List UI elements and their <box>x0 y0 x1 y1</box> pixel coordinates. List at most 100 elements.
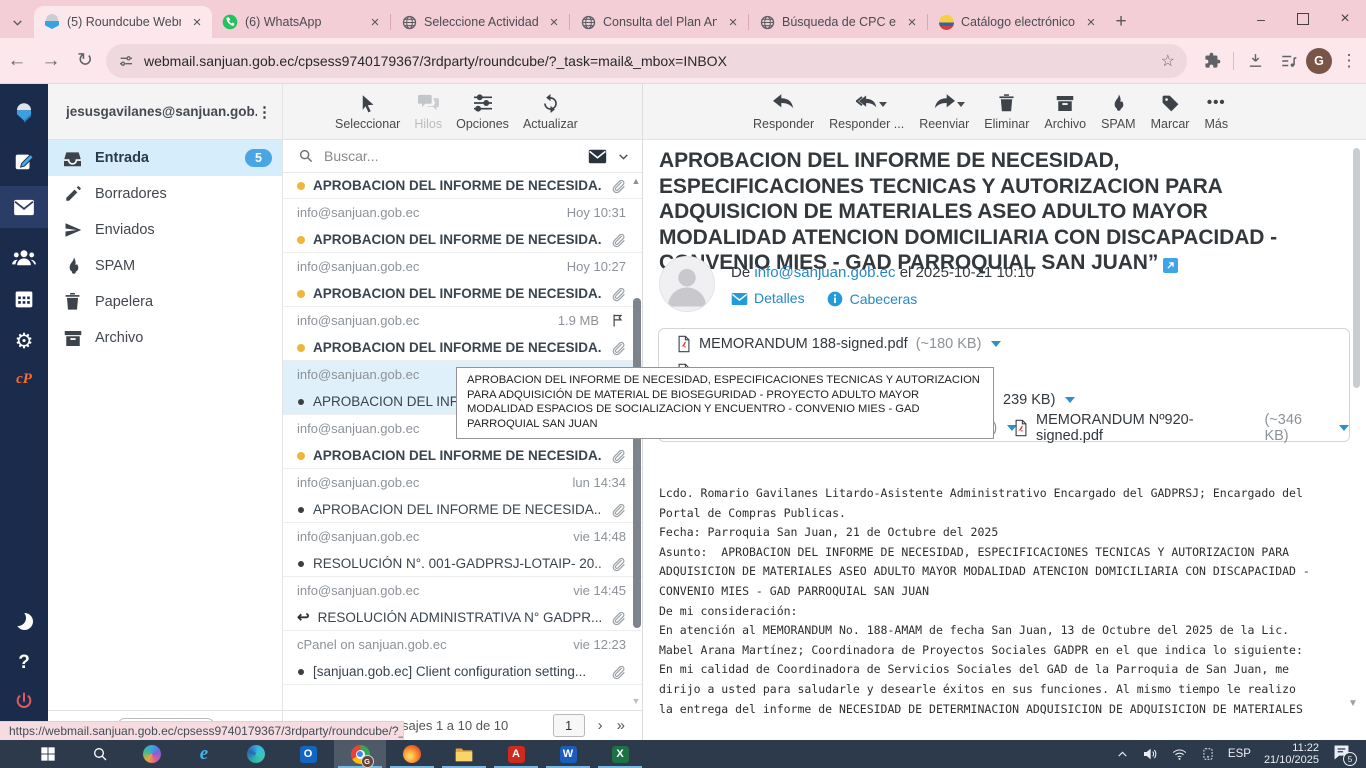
rail-logout[interactable] <box>0 680 48 722</box>
browser-tab-1[interactable]: (5) Roundcube Webm...× <box>34 6 212 38</box>
browser-tab-2[interactable]: (6) WhatsApp× <box>212 6 390 38</box>
attachment-item[interactable]: MEMORANDUM 188-signed.pdf(~180 KB) <box>677 334 1001 354</box>
next-page-icon[interactable]: › <box>598 717 603 734</box>
rail-dark-mode[interactable] <box>0 600 48 642</box>
maximize-button[interactable] <box>1282 0 1324 38</box>
clock[interactable]: 11:22 21/10/2025 <box>1264 742 1319 767</box>
taskbar-acrobat-icon[interactable]: A <box>490 740 542 768</box>
toolbar-archivo-button[interactable]: Archivo <box>1044 93 1086 131</box>
list-scroll-down-icon[interactable]: ▼ <box>631 696 641 706</box>
tab-close-icon[interactable]: × <box>903 13 921 31</box>
taskbar-copilot-icon[interactable] <box>126 740 178 768</box>
reader-scrollbar-thumb[interactable] <box>1353 148 1360 388</box>
taskbar-start-icon[interactable] <box>22 740 74 768</box>
wifi-icon[interactable] <box>1171 747 1188 762</box>
toolbar-actualizar-button[interactable]: Actualizar <box>523 93 578 131</box>
taskbar-excel-icon[interactable]: X <box>594 740 646 768</box>
toolbar-más-button[interactable]: •••Más <box>1204 93 1228 131</box>
sender-email-link[interactable]: info@sanjuan.gob.ec <box>754 264 895 281</box>
taskbar-chrome-icon[interactable]: G <box>334 740 386 768</box>
toolbar-eliminar-button[interactable]: Eliminar <box>984 93 1029 131</box>
minimize-button[interactable]: – <box>1240 0 1282 38</box>
message-list-item-4[interactable]: info@sanjuan.gob.ec1.9 MBAPROBACION DEL … <box>283 307 642 361</box>
tab-close-icon[interactable]: × <box>545 13 563 31</box>
attachment-menu-caret-icon[interactable] <box>1339 425 1349 431</box>
dropdown-caret-icon[interactable] <box>957 102 965 107</box>
browser-menu-icon[interactable]: ⋮ <box>1332 44 1366 78</box>
tab-close-icon[interactable]: × <box>366 13 384 31</box>
search-scope-envelope-icon[interactable] <box>588 149 607 164</box>
attachment-item[interactable]: MEMORANDUM Nº920-signed.pdf(~346 KB) <box>1014 418 1349 438</box>
back-button[interactable]: ← <box>0 44 34 78</box>
message-list-item-1[interactable]: APROBACION DEL INFORME DE NECESIDA... <box>283 172 642 199</box>
folder-borradores[interactable]: Borradores <box>48 176 282 212</box>
folder-enviados[interactable]: Enviados <box>48 212 282 248</box>
close-window-button[interactable]: × <box>1324 0 1366 38</box>
toolbar-marcar-button[interactable]: Marcar <box>1151 93 1190 131</box>
browser-tab-6[interactable]: Catálogo electrónico× <box>928 6 1106 38</box>
toolbar-responder-button[interactable]: Responder ... <box>829 93 904 131</box>
connect-display-icon[interactable] <box>1201 746 1215 762</box>
rail-settings[interactable]: ⚙ <box>0 320 48 362</box>
taskbar-search-icon[interactable] <box>74 740 126 768</box>
rail-compose[interactable] <box>0 140 48 182</box>
toolbar-hilos-button[interactable]: Hilos <box>414 93 442 131</box>
tab-close-icon[interactable]: × <box>1082 13 1100 31</box>
tab-close-icon[interactable]: × <box>724 13 742 31</box>
reload-button[interactable]: ↻ <box>68 44 102 78</box>
cabeceras-link[interactable]: Cabeceras <box>827 291 918 308</box>
folder-papelera[interactable]: Papelera <box>48 284 282 320</box>
taskbar-internet-explorer-icon[interactable]: e <box>178 740 230 768</box>
media-controls-icon[interactable] <box>1272 44 1306 78</box>
address-bar[interactable]: webmail.sanjuan.gob.ec/cpsess9740179367/… <box>106 44 1187 78</box>
extensions-icon[interactable] <box>1195 44 1229 78</box>
attachment-item-partial[interactable]: 239 KB) <box>1003 390 1075 410</box>
message-list-item-8[interactable]: info@sanjuan.gob.ecvie 14:48RESOLUCIÓN N… <box>283 523 642 577</box>
list-scroll-up-icon[interactable]: ▲ <box>631 176 641 186</box>
search-bar[interactable]: Buscar... <box>283 140 642 173</box>
taskbar-firefox-icon[interactable] <box>386 740 438 768</box>
search-options-chevron-icon[interactable] <box>617 150 630 163</box>
attachment-menu-caret-icon[interactable] <box>1065 397 1075 403</box>
rail-mail[interactable] <box>0 186 48 228</box>
folder-spam[interactable]: SPAM <box>48 248 282 284</box>
new-tab-button[interactable]: + <box>1106 8 1136 36</box>
taskbar-word-icon[interactable]: W <box>542 740 594 768</box>
taskbar-edge-icon[interactable] <box>230 740 282 768</box>
list-scrollbar-thumb[interactable] <box>633 298 641 628</box>
taskbar-outlook-icon[interactable]: O <box>282 740 334 768</box>
toolbar-reenviar-button[interactable]: Reenviar <box>919 93 969 131</box>
taskbar-file-explorer-icon[interactable] <box>438 740 490 768</box>
language-indicator[interactable]: ESP <box>1228 748 1251 760</box>
toolbar-opciones-button[interactable]: Opciones <box>456 93 509 131</box>
rail-help[interactable]: ? <box>0 642 48 684</box>
toolbar-spam-button[interactable]: SPAM <box>1101 93 1136 131</box>
message-list-item-7[interactable]: info@sanjuan.gob.eclun 14:34APROBACION D… <box>283 469 642 523</box>
tab-search-chevron-icon[interactable] <box>0 6 34 38</box>
browser-tab-4[interactable]: Consulta del Plan Anu...× <box>570 6 748 38</box>
reader-scroll-down-icon[interactable]: ▼ <box>1348 698 1358 709</box>
browser-tab-5[interactable]: Búsqueda de CPC en...× <box>749 6 927 38</box>
profile-avatar[interactable]: G <box>1306 48 1332 74</box>
detalles-link[interactable]: Detalles <box>731 290 805 309</box>
message-list-item-10[interactable]: cPanel on sanjuan.gob.ecvie 12:23[sanjua… <box>283 631 642 685</box>
dropdown-caret-icon[interactable] <box>879 102 887 107</box>
message-list-item-9[interactable]: info@sanjuan.gob.ecvie 14:45↩RESOLUCIÓN … <box>283 577 642 631</box>
forward-button[interactable]: → <box>34 44 68 78</box>
toolbar-responder-button[interactable]: Responder <box>753 93 814 131</box>
rail-calendar[interactable] <box>0 278 48 320</box>
last-page-icon[interactable]: » <box>617 717 625 734</box>
account-menu-icon[interactable]: ⋮ <box>257 103 272 121</box>
tray-chevron-up-icon[interactable] <box>1116 748 1129 761</box>
tab-close-icon[interactable]: × <box>188 13 206 31</box>
rail-cpanel[interactable]: cP <box>0 358 48 400</box>
folder-archivo[interactable]: Archivo <box>48 320 282 356</box>
folder-entrada[interactable]: Entrada5 <box>48 140 282 176</box>
site-settings-icon[interactable] <box>118 53 134 69</box>
rail-roundcube-logo[interactable] <box>0 92 48 134</box>
downloads-icon[interactable] <box>1238 44 1272 78</box>
toolbar-seleccionar-button[interactable]: Seleccionar <box>335 93 400 131</box>
notifications-icon[interactable]: 5 <box>1332 744 1354 764</box>
message-list-item-3[interactable]: info@sanjuan.gob.ecHoy 10:27APROBACION D… <box>283 253 642 307</box>
volume-icon[interactable] <box>1142 746 1158 762</box>
